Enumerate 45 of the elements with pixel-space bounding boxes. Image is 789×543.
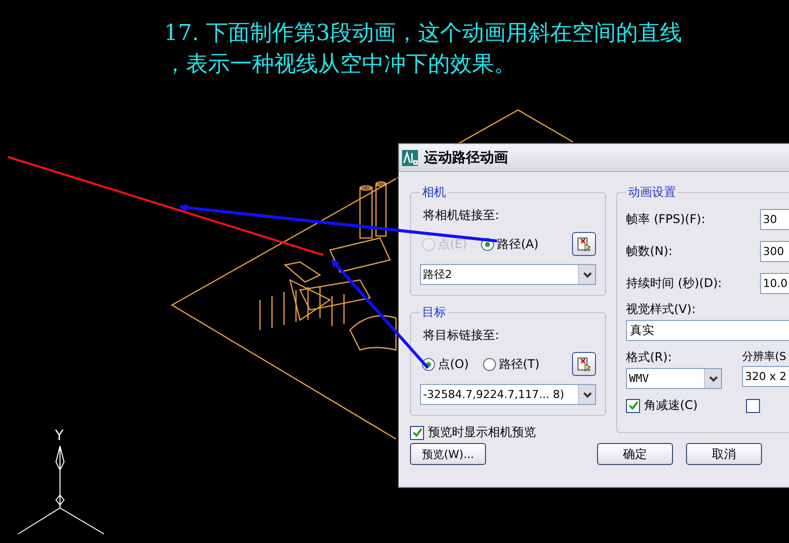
preview-button[interactable]: 预览(W)...: [410, 443, 486, 465]
pick-cursor-icon: [576, 356, 592, 372]
caption-text: 17. 下面制作第3段动画，这个动画用斜在空间的直线: [164, 20, 682, 48]
group-title: 动画设置: [627, 184, 677, 201]
checkbox-label: 预览时显示相机预览: [428, 424, 536, 441]
field-label: 分辨率(S: [742, 349, 788, 364]
field-label: 格式(R):: [626, 349, 673, 366]
pick-cursor-icon: [576, 236, 592, 252]
input-field[interactable]: 320 x 2: [742, 366, 789, 387]
ucs-axis-icon: [18, 446, 104, 534]
input-field[interactable]: 真实: [626, 320, 789, 341]
dropdown-field[interactable]: -32584.7,9224.7,117... 8): [420, 384, 596, 405]
pick-point-button[interactable]: [572, 232, 596, 256]
field-label: 将相机链接至:: [422, 207, 500, 224]
window-title: 运动路径动画: [424, 148, 508, 166]
input-field[interactable]: 300: [760, 240, 789, 262]
app-icon: [402, 150, 418, 166]
field-label: 视觉样式(V):: [626, 301, 697, 318]
axis-label: Y: [55, 428, 64, 444]
radio-option[interactable]: 路径(T): [482, 356, 540, 372]
dialog-button[interactable]: 确定: [597, 443, 673, 465]
group-title: 相机: [421, 184, 447, 201]
checkbox[interactable]: [746, 398, 760, 412]
chevron-down-icon: [708, 376, 718, 382]
field-label: 将目标链接至:: [422, 327, 500, 344]
checkbox-label: 角减速(C): [644, 397, 698, 414]
caption-text: ，表示一种视线从空中冲下的效果。: [164, 51, 516, 79]
dropdown-field[interactable]: WMV: [626, 368, 722, 389]
input-field[interactable]: 30: [760, 208, 789, 230]
checkmark-icon: [412, 427, 422, 438]
checkbox[interactable]: [410, 426, 424, 440]
field-label: 帧率 (FPS)(F):: [626, 210, 706, 228]
dialog-button[interactable]: 取消: [686, 443, 762, 465]
chevron-down-icon: [582, 392, 592, 398]
field-label: 持续时间 (秒)(D):: [626, 274, 723, 292]
input-field[interactable]: 10.0: [760, 272, 789, 294]
pick-point-button[interactable]: [572, 352, 596, 376]
radio-option[interactable]: 路径(A): [480, 236, 539, 252]
radio-option[interactable]: 点(O): [422, 356, 469, 372]
checkmark-icon: [628, 400, 638, 411]
chevron-down-icon: [582, 272, 592, 278]
checkbox[interactable]: [626, 398, 640, 412]
group-title: 目标: [421, 304, 447, 321]
field-label: 帧数(N):: [626, 242, 674, 260]
dropdown-field[interactable]: 路径2: [420, 264, 596, 285]
